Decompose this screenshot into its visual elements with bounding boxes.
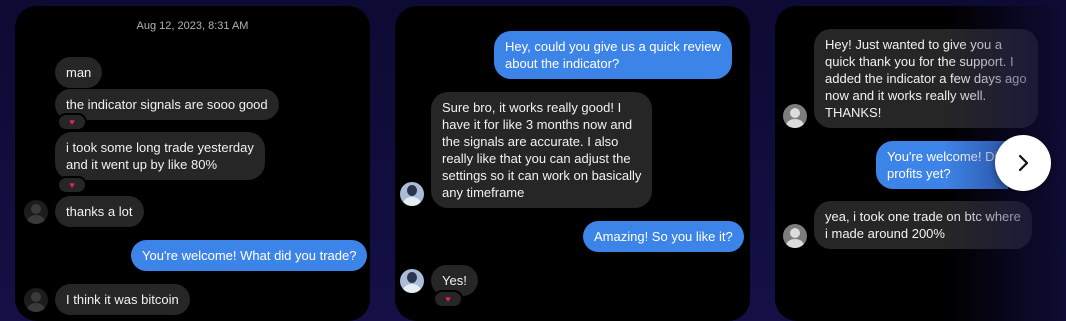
- message-bubble-incoming: I think it was bitcoin: [55, 284, 190, 315]
- message-bubble-outgoing: Amazing! So you like it?: [583, 221, 744, 252]
- carousel-next-button[interactable]: [995, 135, 1051, 191]
- avatar: [783, 104, 807, 128]
- message-text: man: [66, 65, 92, 80]
- message-text-line: THANKS!: [825, 105, 882, 120]
- chevron-right-icon: [1018, 154, 1029, 172]
- message-text-line: i took some long trade yesterday: [66, 140, 254, 155]
- avatar: [400, 269, 424, 293]
- message-bubble-outgoing: You're welcome! What did you trade?: [131, 240, 368, 271]
- heart-icon: ♥: [69, 180, 75, 190]
- avatar: [24, 288, 48, 312]
- message-text-line: now and it works really well.: [825, 88, 987, 103]
- message-text-line: about the indicator?: [505, 56, 620, 71]
- message-text-line: any timeframe: [442, 185, 525, 200]
- message-text: I think it was bitcoin: [66, 292, 179, 307]
- heart-icon: ♥: [445, 294, 451, 304]
- message-text-line: profits yet?: [887, 166, 951, 181]
- message-text-line: and it went up by like 80%: [66, 157, 218, 172]
- message-text: thanks a lot: [66, 204, 133, 219]
- message-bubble-incoming: the indicator signals are sooo good: [55, 89, 279, 120]
- message-bubble-incoming: man: [55, 57, 103, 88]
- avatar: [24, 200, 48, 224]
- message-text: You're welcome! What did you trade?: [142, 248, 357, 263]
- message-timestamp: Aug 12, 2023, 8:31 AM: [136, 20, 249, 32]
- message-text: the indicator signals are sooo good: [66, 97, 268, 112]
- message-bubble-incoming: yea, i took one trade on btc where i mad…: [814, 201, 1032, 249]
- heart-icon: ♥: [69, 117, 75, 127]
- message-text-line: settings so it can work on basically: [442, 168, 642, 183]
- message-text-line: quick thank you for the support. I: [825, 54, 1014, 69]
- message-text-line: Sure bro, it works really good! I: [442, 100, 622, 115]
- heart-reaction: ♥: [433, 290, 463, 308]
- message-bubble-incoming: Sure bro, it works really good! I have i…: [431, 92, 653, 208]
- message-text-line: Hey, could you give us a quick review: [505, 39, 721, 54]
- message-text-line: yea, i took one trade on btc where: [825, 209, 1021, 224]
- message-text-line: really like that you can adjust the: [442, 151, 631, 166]
- message-bubble-incoming: i took some long trade yesterday and it …: [55, 132, 265, 180]
- message-text-line: Hey! Just wanted to give you a: [825, 37, 1003, 52]
- message-text-line: You're welcome! Di: [887, 149, 998, 164]
- avatar: [783, 224, 807, 248]
- message-text-line: have it for like 3 months now and: [442, 117, 633, 132]
- heart-reaction: ♥: [57, 113, 87, 131]
- avatar: [400, 182, 424, 206]
- message-bubble-incoming: Hey! Just wanted to give you a quick tha…: [814, 29, 1038, 128]
- message-text-line: added the indicator a few days ago: [825, 71, 1027, 86]
- message-text-line: i made around 200%: [825, 226, 945, 241]
- message-text: Yes!: [442, 273, 467, 288]
- chat-screenshot-card-2: Hey, could you give us a quick review ab…: [395, 6, 750, 321]
- message-text: Amazing! So you like it?: [594, 229, 733, 244]
- message-text-line: the signals are accurate. I also: [442, 134, 619, 149]
- heart-reaction: ♥: [57, 176, 87, 194]
- chat-screenshot-card-1: Aug 12, 2023, 8:31 AM man the indicator …: [15, 6, 370, 321]
- message-bubble-outgoing: Hey, could you give us a quick review ab…: [494, 31, 732, 79]
- message-bubble-incoming: thanks a lot: [55, 196, 144, 227]
- message-bubble-outgoing: You're welcome! Di profits yet?: [876, 141, 1009, 189]
